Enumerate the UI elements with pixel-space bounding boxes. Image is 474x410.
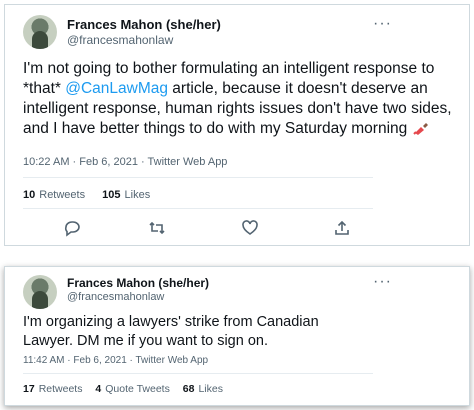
avatar[interactable] [23,15,57,49]
tweet-text: I'm organizing a lawyers' strike from Ca… [23,314,319,349]
retweets-stat[interactable]: 10 Retweets [23,189,85,201]
divider [23,208,373,209]
more-options-button[interactable]: ··· [373,273,392,291]
reply-button[interactable] [63,219,81,237]
reply-icon [64,221,80,237]
share-icon [335,220,349,235]
tweet-text: I'm not going to bother formulating an i… [23,59,463,139]
like-button[interactable] [241,219,259,237]
share-button[interactable] [333,219,351,237]
retweets-stat[interactable]: 17 Retweets [23,383,82,395]
likes-stat[interactable]: 105 Likes [102,189,150,201]
likes-stat[interactable]: 68 Likes [183,383,223,395]
nail-polish-emoji-icon [412,121,430,135]
divider [23,177,373,178]
author-name[interactable]: Frances Mahon (she/her) [67,276,209,290]
retweet-button[interactable] [148,219,166,237]
more-options-button[interactable]: ··· [373,15,392,33]
author-handle[interactable]: @francesmahonlaw [67,33,173,47]
retweet-icon [149,221,165,235]
engagement-stats: 17 Retweets 4 Quote Tweets 68 Likes [23,383,237,395]
quote-tweets-stat[interactable]: 4 Quote Tweets [95,383,169,395]
mention-link[interactable]: @CanLawMag [65,80,168,97]
heart-icon [242,220,258,235]
author-name[interactable]: Frances Mahon (she/her) [67,17,221,32]
divider [23,373,373,374]
avatar[interactable] [23,275,57,309]
tweet-timestamp[interactable]: 10:22 AM · Feb 6, 2021 · Twitter Web App [23,156,227,168]
author-handle[interactable]: @francesmahonlaw [67,291,164,303]
tweet-timestamp[interactable]: 11:42 AM · Feb 6, 2021 · Twitter Web App [23,355,208,366]
tweet-card-1[interactable]: Frances Mahon (she/her) @francesmahonlaw… [4,4,470,246]
engagement-stats: 10 Retweets 105 Likes [23,189,164,201]
tweet-card-2[interactable]: Frances Mahon (she/her) @francesmahonlaw… [4,266,470,406]
